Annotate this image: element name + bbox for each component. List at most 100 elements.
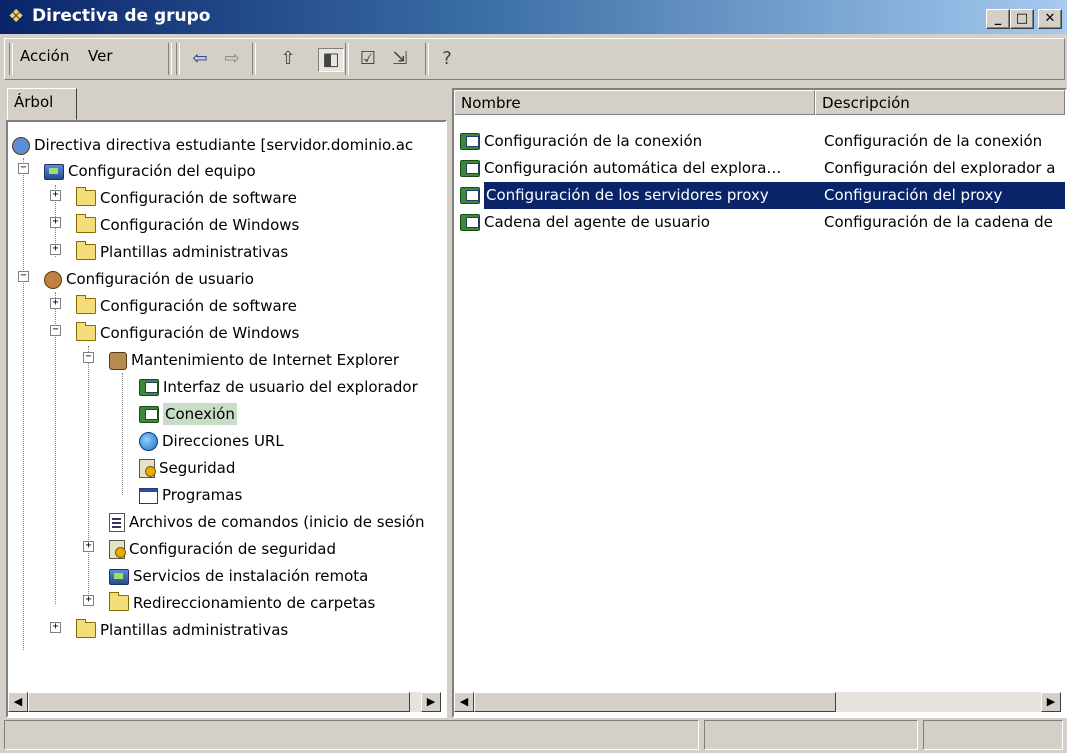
tree-item-label: Seguridad (159, 459, 236, 477)
list-horizontal-scrollbar[interactable]: ◀ ▶ (454, 692, 1061, 712)
tree-item-label: Redireccionamiento de carpetas (133, 594, 376, 612)
list-row[interactable]: Configuración automática del explora… Con… (460, 155, 1065, 182)
maximize-button[interactable]: □ (1010, 9, 1034, 29)
tree-item-equipo-windows[interactable]: Configuración de Windows (76, 212, 299, 239)
expand-icon[interactable]: + (83, 541, 94, 552)
scroll-right-icon[interactable]: ▶ (421, 692, 441, 712)
security-icon (139, 459, 156, 478)
tree-item-label: Configuración de software (100, 189, 297, 207)
tree-item-folder-redirect[interactable]: Redireccionamiento de carpetas (109, 590, 375, 617)
row-name: Configuración de la conexión (484, 132, 703, 150)
tree-horizontal-scrollbar[interactable]: ◀ ▶ (8, 692, 441, 712)
tree-item-security-settings[interactable]: Configuración de seguridad (109, 536, 336, 563)
help-icon[interactable]: ? (435, 48, 459, 70)
scroll-right-icon[interactable]: ▶ (1041, 692, 1061, 712)
tab-arbol[interactable]: Árbol (7, 88, 77, 120)
column-header-descripcion[interactable]: Descripción (815, 90, 1065, 115)
toolbar-separator (425, 43, 429, 75)
menu-ver[interactable]: Ver (88, 47, 113, 65)
tree-item-equipo-plantillas[interactable]: Plantillas administrativas (76, 239, 288, 266)
collapse-icon[interactable]: − (83, 352, 94, 363)
tree-item-label: Plantillas administrativas (100, 621, 289, 639)
minimize-button[interactable]: _ (986, 9, 1010, 29)
tree-guide (88, 346, 89, 604)
up-folder-icon[interactable]: ⇧ (276, 48, 300, 70)
collapse-icon[interactable]: − (18, 271, 29, 282)
tree-item-label: Configuración de seguridad (129, 540, 337, 558)
expand-icon[interactable]: + (50, 298, 61, 309)
status-panel-2 (704, 720, 918, 750)
connection-settings-icon (460, 133, 480, 150)
expand-icon[interactable]: + (50, 622, 61, 633)
tree-item-label: Configuración de software (100, 297, 297, 315)
tree-item-urls[interactable]: Direcciones URL (139, 428, 284, 455)
tree-item-equipo-software[interactable]: Configuración de software (76, 185, 297, 212)
security-settings-icon (109, 540, 126, 559)
tree-item-remote-install[interactable]: Servicios de instalación remota (109, 563, 368, 590)
tree-item-label: Configuración de Windows (100, 324, 300, 342)
globe-icon (139, 432, 158, 451)
script-icon (109, 513, 125, 532)
toolbar-separator (176, 43, 180, 75)
tree-item-usuario-plantillas[interactable]: Plantillas administrativas (76, 617, 288, 644)
status-panel-main (4, 720, 699, 750)
policy-icon: ❖ (8, 6, 25, 27)
folder-icon (109, 591, 129, 611)
scroll-left-icon[interactable]: ◀ (454, 692, 474, 712)
forward-arrow-icon[interactable]: ⇨ (220, 48, 244, 70)
policy-icon (12, 136, 30, 155)
tree-item-browser-ui[interactable]: Interfaz de usuario del explorador (139, 374, 418, 401)
expand-icon[interactable]: + (50, 244, 61, 255)
list-row[interactable]: Cadena del agente de usuario Configuració… (460, 209, 1065, 236)
tree-item-label: Interfaz de usuario del explorador (163, 378, 418, 396)
row-name: Cadena del agente de usuario (484, 213, 710, 231)
close-button[interactable]: ✕ (1038, 9, 1062, 29)
tree-item-label: Configuración del equipo (68, 162, 256, 180)
tree-item-scripts[interactable]: Archivos de comandos (inicio de sesión (109, 509, 424, 536)
tree-item-config-usuario[interactable]: Configuración de usuario (44, 266, 254, 293)
browser-ui-icon (139, 379, 159, 396)
back-arrow-icon[interactable]: ⇦ (188, 48, 212, 70)
status-panel-3 (923, 720, 1063, 750)
tree-item-config-equipo[interactable]: Configuración del equipo (44, 158, 256, 185)
menu-accion[interactable]: Acción (20, 47, 69, 65)
tree-item-policy-root[interactable]: Directiva directiva estudiante [servidor… (12, 132, 413, 159)
scroll-thumb[interactable] (474, 692, 836, 712)
scroll-thumb[interactable] (28, 692, 410, 712)
programs-icon (139, 487, 158, 504)
toolbar-separator (252, 43, 256, 75)
collapse-icon[interactable]: − (50, 325, 61, 336)
expand-icon[interactable]: + (50, 190, 61, 201)
tree-item-conexion[interactable]: Conexión (139, 401, 237, 428)
column-header-nombre[interactable]: Nombre (454, 90, 815, 115)
expand-icon[interactable]: + (83, 595, 94, 606)
folder-icon (76, 186, 96, 206)
window-title: Directiva de grupo (32, 6, 211, 26)
toolbar (4, 38, 1065, 80)
folder-icon (76, 618, 96, 638)
tree-item-label: Programas (162, 486, 243, 504)
expand-icon[interactable]: + (50, 217, 61, 228)
tree-item-usuario-software[interactable]: Configuración de software (76, 293, 297, 320)
list-row[interactable]: Configuración de la conexión Configuració… (460, 128, 1065, 155)
toolbar-separator (345, 43, 349, 75)
tree-item-label: Conexión (163, 403, 237, 425)
tree-item-programas[interactable]: Programas (139, 482, 242, 509)
row-description: Configuración del proxy (824, 182, 1065, 209)
export-list-icon[interactable]: ⇲ (388, 48, 412, 70)
collapse-icon[interactable]: − (18, 163, 29, 174)
scroll-left-icon[interactable]: ◀ (8, 692, 28, 712)
remote-install-icon (109, 568, 129, 585)
list-pane: Nombre Descripción Configuración de la c… (452, 88, 1067, 718)
tree-item-seguridad[interactable]: Seguridad (139, 455, 235, 482)
auto-config-icon (460, 160, 480, 177)
tree-item-label: Directiva directiva estudiante [servidor… (34, 136, 414, 154)
list-row-selected[interactable]: Configuración de los servidores proxy Con… (460, 182, 1065, 209)
row-description: Configuración de la cadena de (824, 213, 1053, 231)
show-tree-icon[interactable]: ◧ (318, 48, 344, 72)
tree-item-label: Mantenimiento de Internet Explorer (131, 351, 400, 369)
tree-item-usuario-windows[interactable]: Configuración de Windows (76, 320, 299, 347)
user-agent-icon (460, 214, 480, 231)
tree-item-ie-maintenance[interactable]: Mantenimiento de Internet Explorer (109, 347, 399, 374)
properties-icon[interactable]: ☑ (356, 48, 380, 70)
